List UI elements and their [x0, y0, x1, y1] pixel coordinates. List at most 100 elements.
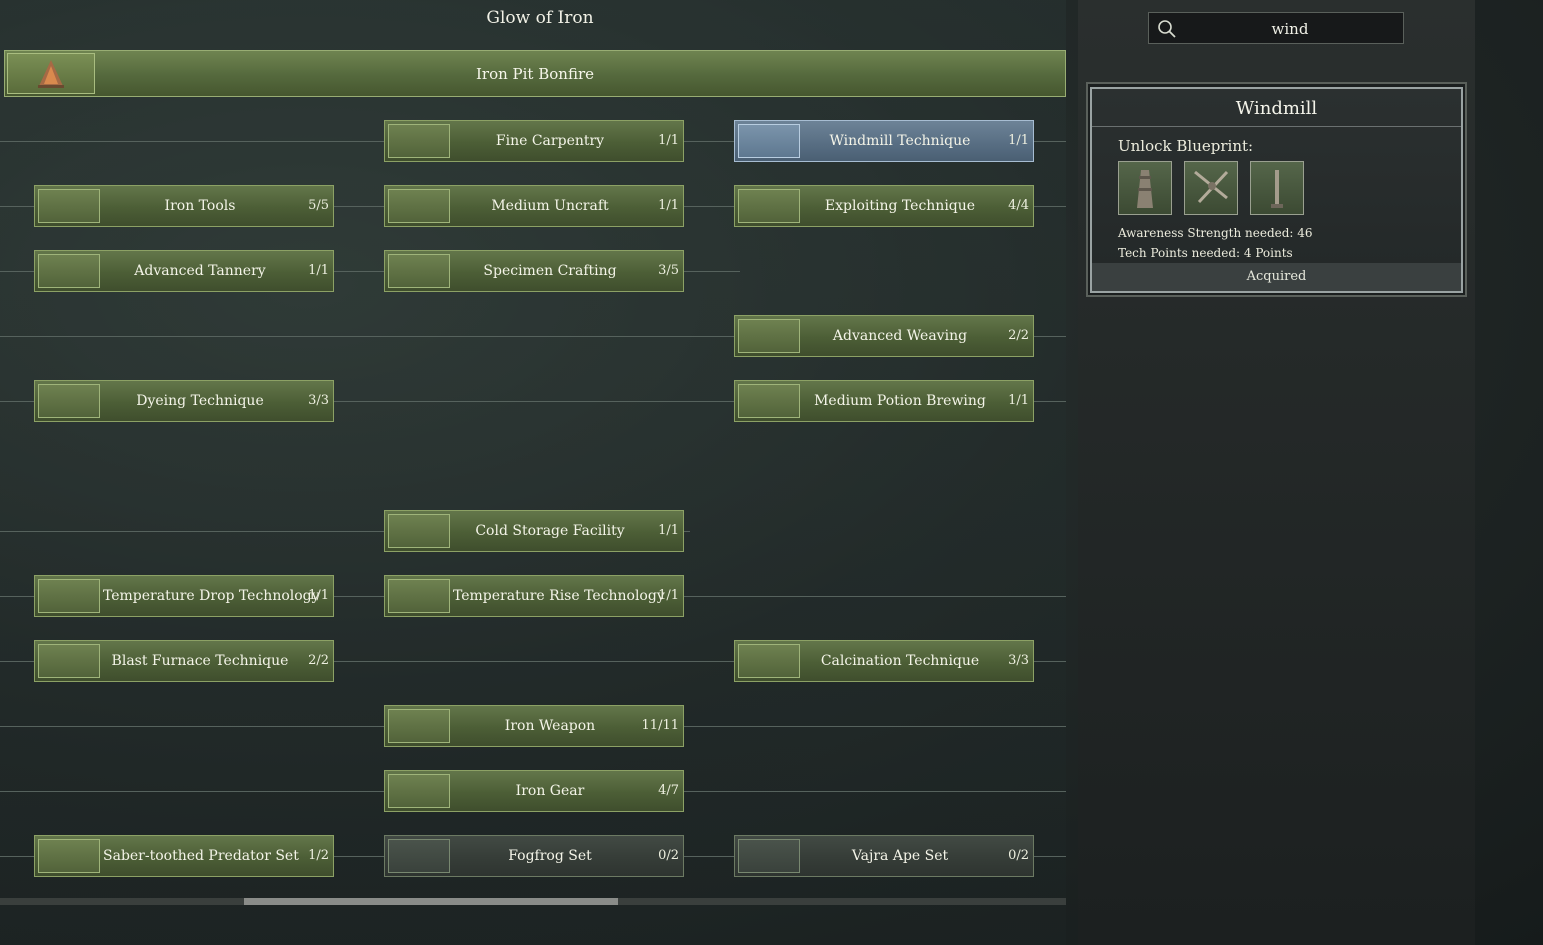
tech-node-label: Iron Weapon	[504, 718, 596, 734]
tech-node[interactable]: Cold Storage Facility 1/1	[384, 510, 684, 552]
root-node-label: Iron Pit Bonfire	[475, 65, 594, 83]
tech-node[interactable]: Iron Tools 5/5	[34, 185, 334, 227]
axe-icon	[38, 189, 100, 223]
tech-node-count: 0/2	[1008, 848, 1029, 863]
search-icon	[1157, 19, 1177, 39]
windmill-tower-icon[interactable]	[1118, 161, 1172, 215]
tech-node[interactable]: Iron Gear 4/7	[384, 770, 684, 812]
tech-node-label: Iron Tools	[164, 198, 236, 214]
armor-icon	[388, 774, 450, 808]
tech-points-requirement: Tech Points needed: 4 Points	[1118, 246, 1293, 260]
tree-title: Glow of Iron	[486, 8, 594, 28]
tech-node-count: 3/5	[658, 263, 679, 278]
red-armor-icon	[388, 839, 450, 873]
tech-node[interactable]: Calcination Technique 3/3	[734, 640, 1034, 682]
tech-node-label: Calcination Technique	[820, 653, 980, 669]
tech-node[interactable]: Iron Weapon 11/11	[384, 705, 684, 747]
tech-node-label: Medium Uncraft	[491, 198, 609, 214]
tech-node[interactable]: Temperature Rise Technology 1/1	[384, 575, 684, 617]
tech-node-count: 11/11	[641, 718, 679, 733]
tech-node-label: Saber-toothed Predator Set	[103, 848, 299, 864]
tech-node[interactable]: Fine Carpentry 1/1	[384, 120, 684, 162]
horizontal-scrollbar[interactable]	[0, 898, 1066, 905]
tech-node-count: 1/1	[308, 588, 329, 603]
search-bar[interactable]	[1148, 12, 1404, 44]
loom-icon	[738, 319, 800, 353]
brewing-table-icon	[738, 384, 800, 418]
tech-node-count: 2/2	[308, 653, 329, 668]
tech-node-count: 3/3	[308, 393, 329, 408]
scrollbar-thumb[interactable]	[244, 898, 618, 905]
tech-node[interactable]: Temperature Drop Technology 1/1	[34, 575, 334, 617]
tech-node-count: 1/1	[658, 523, 679, 538]
mining-rig-icon	[738, 189, 800, 223]
tech-node-count: 1/2	[308, 848, 329, 863]
fridge-icon	[388, 514, 450, 548]
specimen-icon	[388, 254, 450, 288]
tech-node-count: 3/3	[1008, 653, 1029, 668]
tech-node-label: Blast Furnace Technique	[111, 653, 289, 669]
tech-node-label: Fine Carpentry	[495, 133, 605, 149]
tech-node-selected[interactable]: Windmill Technique 1/1	[734, 120, 1034, 162]
heater-icon	[388, 579, 450, 613]
tech-node-count: 4/4	[1008, 198, 1029, 213]
tech-node[interactable]: Saber-toothed Predator Set 1/2	[34, 835, 334, 877]
root-node-iron-pit-bonfire[interactable]: Iron Pit Bonfire	[4, 50, 1066, 97]
acquired-status: Acquired	[1092, 263, 1461, 291]
tech-node-label: Iron Gear	[515, 783, 585, 799]
tech-node-label: Dyeing Technique	[136, 393, 264, 409]
tech-node-label: Exploiting Technique	[824, 198, 976, 214]
tech-node-count: 1/1	[308, 263, 329, 278]
workbench-icon	[388, 124, 450, 158]
tech-node-locked[interactable]: Fogfrog Set 0/2	[384, 835, 684, 877]
tech-node-count: 1/1	[1008, 393, 1029, 408]
tech-node[interactable]: Dyeing Technique 3/3	[34, 380, 334, 422]
tech-node-count: 1/1	[658, 133, 679, 148]
kiln-icon	[738, 644, 800, 678]
tech-node-count: 1/1	[658, 198, 679, 213]
tech-node-label: Advanced Weaving	[832, 328, 968, 344]
tech-node-count: 2/2	[1008, 328, 1029, 343]
tech-node-count: 1/1	[1008, 133, 1029, 148]
tech-node-count: 1/1	[658, 588, 679, 603]
tech-node-label: Medium Potion Brewing	[814, 393, 986, 409]
fur-armor-icon	[38, 839, 100, 873]
tech-info-title: Windmill	[1235, 98, 1318, 119]
spear-icon	[388, 709, 450, 743]
pole-icon[interactable]	[1250, 161, 1304, 215]
tech-node-count: 4/7	[658, 783, 679, 798]
windmill-blades-icon[interactable]	[1184, 161, 1238, 215]
divider	[1092, 126, 1461, 127]
tannery-icon	[38, 254, 100, 288]
tech-node-label: Advanced Tannery	[134, 263, 266, 279]
cooler-icon	[38, 579, 100, 613]
uncraft-bench-icon	[388, 189, 450, 223]
tech-node-label: Vajra Ape Set	[851, 848, 949, 864]
windmill-icon	[738, 124, 800, 158]
ape-armor-icon	[738, 839, 800, 873]
furnace-icon	[38, 644, 100, 678]
dye-vat-icon	[38, 384, 100, 418]
tech-node-count: 5/5	[308, 198, 329, 213]
tech-node[interactable]: Specimen Crafting 3/5	[384, 250, 684, 292]
tech-node-label: Specimen Crafting	[483, 263, 617, 279]
tech-node-label: Cold Storage Facility	[475, 523, 625, 539]
tech-node[interactable]: Blast Furnace Technique 2/2	[34, 640, 334, 682]
search-input[interactable]	[1183, 17, 1397, 41]
tech-info-inner: Windmill Unlock Blueprint: Awareness Str…	[1090, 87, 1463, 293]
tech-node-locked[interactable]: Vajra Ape Set 0/2	[734, 835, 1034, 877]
awareness-requirement: Awareness Strength needed: 46	[1118, 226, 1313, 240]
tech-node-label: Fogfrog Set	[508, 848, 592, 864]
tech-node[interactable]: Medium Potion Brewing 1/1	[734, 380, 1034, 422]
tech-node[interactable]: Advanced Tannery 1/1	[34, 250, 334, 292]
tech-info-card: Windmill Unlock Blueprint: Awareness Str…	[1086, 82, 1467, 297]
tech-tree-panel: Glow of Iron Iron Pit Bonfire Fine Carpe…	[0, 0, 1066, 945]
tech-node-label: Temperature Drop Technology	[103, 588, 320, 604]
tech-node-label: Windmill Technique	[829, 133, 971, 149]
tech-node[interactable]: Advanced Weaving 2/2	[734, 315, 1034, 357]
tech-node[interactable]: Medium Uncraft 1/1	[384, 185, 684, 227]
tech-node-label: Temperature Rise Technology	[453, 588, 665, 604]
tech-node-count: 0/2	[658, 848, 679, 863]
tech-node[interactable]: Exploiting Technique 4/4	[734, 185, 1034, 227]
unlock-blueprint-label: Unlock Blueprint:	[1118, 137, 1254, 155]
